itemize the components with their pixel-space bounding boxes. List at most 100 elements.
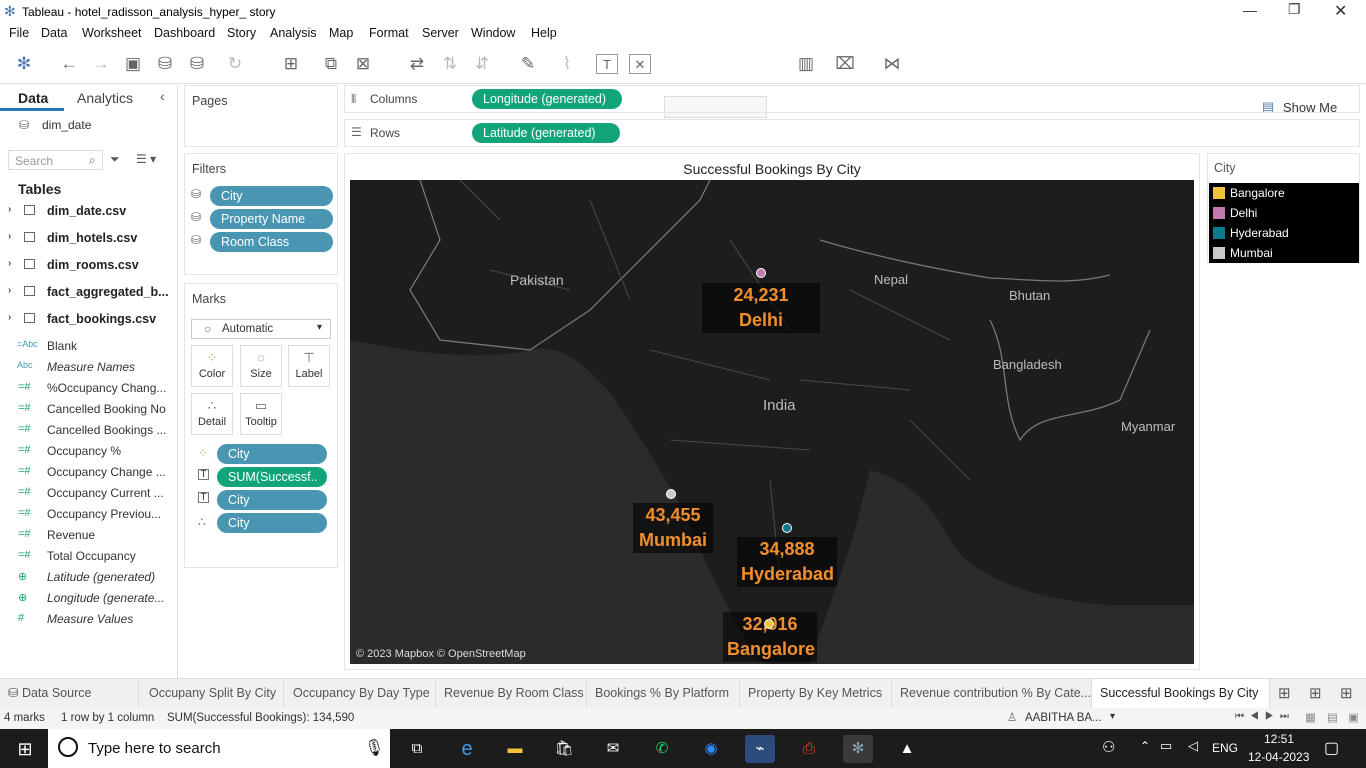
filter-pill-property-name[interactable]: Property Name [210, 209, 333, 229]
pause-updates-icon[interactable]: ⛁ [186, 54, 208, 74]
new-story-icon[interactable]: ⊞ [1340, 684, 1353, 702]
map-point-hyderabad[interactable] [782, 523, 792, 533]
new-dashboard-icon[interactable]: ⊞ [1309, 684, 1322, 702]
table-item[interactable]: › dim_date.csv [0, 199, 178, 225]
field-item[interactable]: =Abc Blank [0, 336, 178, 357]
whatsapp-icon[interactable]: ✆ [647, 735, 677, 763]
legend-item[interactable]: Bangalore [1209, 183, 1359, 203]
marks-pill-detail-city[interactable]: City [217, 513, 327, 533]
menu-file[interactable]: File [9, 26, 29, 40]
expand-icon[interactable]: › [8, 231, 11, 242]
save-icon[interactable]: ▣ [122, 54, 144, 74]
table-item[interactable]: › dim_hotels.csv [0, 226, 178, 252]
presentation-mode-icon[interactable]: ⌧ [834, 54, 856, 74]
field-item[interactable]: Abc Measure Names [0, 357, 178, 378]
menu-server[interactable]: Server [422, 26, 459, 40]
tab-sheet[interactable]: Revenue contribution % By Cate... [892, 679, 1092, 708]
marks-pill-label-city[interactable]: City [217, 490, 327, 510]
field-item[interactable]: ⊕ Longitude (generate... [0, 588, 178, 609]
volume-icon[interactable]: ◁ [1188, 738, 1198, 754]
new-datasource-icon[interactable]: ⛁ [154, 54, 176, 74]
field-item[interactable]: =# Occupancy % [0, 441, 178, 462]
redo-icon[interactable]: → [90, 54, 112, 74]
filter-icon[interactable]: ⏷ [110, 152, 120, 167]
new-worksheet-icon[interactable]: ⊞ [280, 54, 302, 74]
filter-pill-city[interactable]: City [210, 186, 333, 206]
menu-map[interactable]: Map [329, 26, 353, 40]
field-item[interactable]: =# Total Occupancy [0, 546, 178, 567]
grid-view-icon[interactable]: ▦ [1305, 710, 1316, 724]
windows-start-icon[interactable]: ⊞ [10, 735, 40, 763]
menu-worksheet[interactable]: Worksheet [82, 26, 142, 40]
taskbar-search[interactable]: Type here to search 🎙 [48, 729, 390, 768]
show-cards-icon[interactable]: ▥ [795, 54, 817, 74]
view-list-icon[interactable]: ☰ ▾ [136, 152, 156, 166]
network-icon[interactable]: ▭ [1160, 738, 1172, 754]
sheet-nav-icons[interactable]: ⏮◀▶⏭ [1235, 711, 1295, 722]
field-item[interactable]: # Measure Values [0, 609, 178, 630]
tooltip-button[interactable]: ▭ Tooltip [240, 393, 282, 435]
zoom-icon[interactable]: ◉ [696, 735, 726, 763]
field-item[interactable]: =# Cancelled Booking No [0, 399, 178, 420]
map-view[interactable]: Pakistan Nepal Bhutan India Bangladesh M… [350, 180, 1194, 664]
filmstrip-icon[interactable]: ▤ [1327, 710, 1338, 724]
expand-icon[interactable]: › [8, 285, 11, 296]
menu-data[interactable]: Data [41, 26, 67, 40]
map-point-mumbai[interactable] [666, 489, 676, 499]
store-icon[interactable]: 🛍 [549, 735, 579, 763]
mail-icon[interactable]: ✉ [598, 735, 628, 763]
expand-icon[interactable]: › [8, 258, 11, 269]
tab-sheet[interactable]: Property By Key Metrics [740, 679, 892, 708]
swap-icon[interactable]: ⇄ [406, 54, 428, 74]
people-icon[interactable]: ⚇ [1102, 738, 1115, 756]
field-item[interactable]: =# %Occupancy Chang... [0, 378, 178, 399]
user-name[interactable]: AABITHA BA... [1025, 712, 1102, 724]
map-point-delhi[interactable] [756, 268, 766, 278]
menu-help[interactable]: Help [531, 26, 557, 40]
show-labels-icon[interactable]: T [596, 54, 618, 74]
color-button[interactable]: ⁘ Color [191, 345, 233, 387]
menu-window[interactable]: Window [471, 26, 515, 40]
detail-button[interactable]: ∴ Detail [191, 393, 233, 435]
microphone-icon[interactable]: 🎙 [364, 738, 384, 758]
share-icon[interactable]: ⋈ [881, 54, 903, 74]
refresh-icon[interactable]: ↻ [224, 54, 246, 74]
tab-sheet[interactable]: Occupancy By Day Type [285, 679, 436, 708]
photos-icon[interactable]: ▲ [892, 735, 922, 763]
legend-item[interactable]: Delhi [1209, 203, 1359, 223]
sort-ascending-icon[interactable]: ⇅ [439, 54, 461, 74]
rows-pill[interactable]: Latitude (generated) [472, 123, 620, 143]
legend-item[interactable]: Mumbai [1209, 243, 1359, 263]
table-item[interactable]: › dim_rooms.csv [0, 253, 178, 279]
clock-time[interactable]: 12:51 [1264, 732, 1294, 746]
collapse-pane-icon[interactable]: ‹ [160, 88, 165, 104]
expand-icon[interactable]: › [8, 312, 11, 323]
datasource-name[interactable]: dim_date [42, 118, 91, 132]
menu-format[interactable]: Format [369, 26, 409, 40]
legend-item[interactable]: Hyderabad [1209, 223, 1359, 243]
restore-icon[interactable]: ❐ [1288, 1, 1301, 18]
mark-type-dropdown[interactable]: ○ Automatic ▾ [191, 319, 331, 339]
field-item[interactable]: =# Occupancy Previou... [0, 504, 178, 525]
table-item[interactable]: › fact_aggregated_b... [0, 280, 178, 306]
duplicate-icon[interactable]: ⧉ [320, 54, 342, 74]
tab-sheet[interactable]: Revenue By Room Class [436, 679, 587, 708]
edge-icon[interactable]: e [452, 735, 482, 763]
minimize-icon[interactable]: — [1243, 2, 1257, 18]
field-item[interactable]: =# Cancelled Bookings ... [0, 420, 178, 441]
search-input[interactable]: Search [15, 154, 53, 168]
tab-sheet[interactable]: Occupany Split By City [141, 679, 284, 708]
marks-pill-color-city[interactable]: City [217, 444, 327, 464]
clear-sheet-icon[interactable]: ⊠ [352, 54, 374, 74]
tab-sheet[interactable]: Bookings % By Platform [587, 679, 740, 708]
clock-date[interactable]: 12-04-2023 [1248, 750, 1309, 764]
marks-pill-label-sum[interactable]: SUM(Successf.. [217, 467, 327, 487]
mysql-icon[interactable]: ⌁ [745, 735, 775, 763]
notifications-icon[interactable]: ▢ [1324, 738, 1339, 758]
pdf-reader-icon[interactable]: ⎙ [794, 735, 824, 763]
expand-icon[interactable]: › [8, 204, 11, 215]
sort-descending-icon[interactable]: ⇵ [471, 54, 493, 74]
tray-chevron-icon[interactable]: ⌃ [1140, 739, 1150, 753]
size-button[interactable]: ◌ Size [240, 345, 282, 387]
tableau-home-icon[interactable]: ✻ [13, 54, 35, 74]
